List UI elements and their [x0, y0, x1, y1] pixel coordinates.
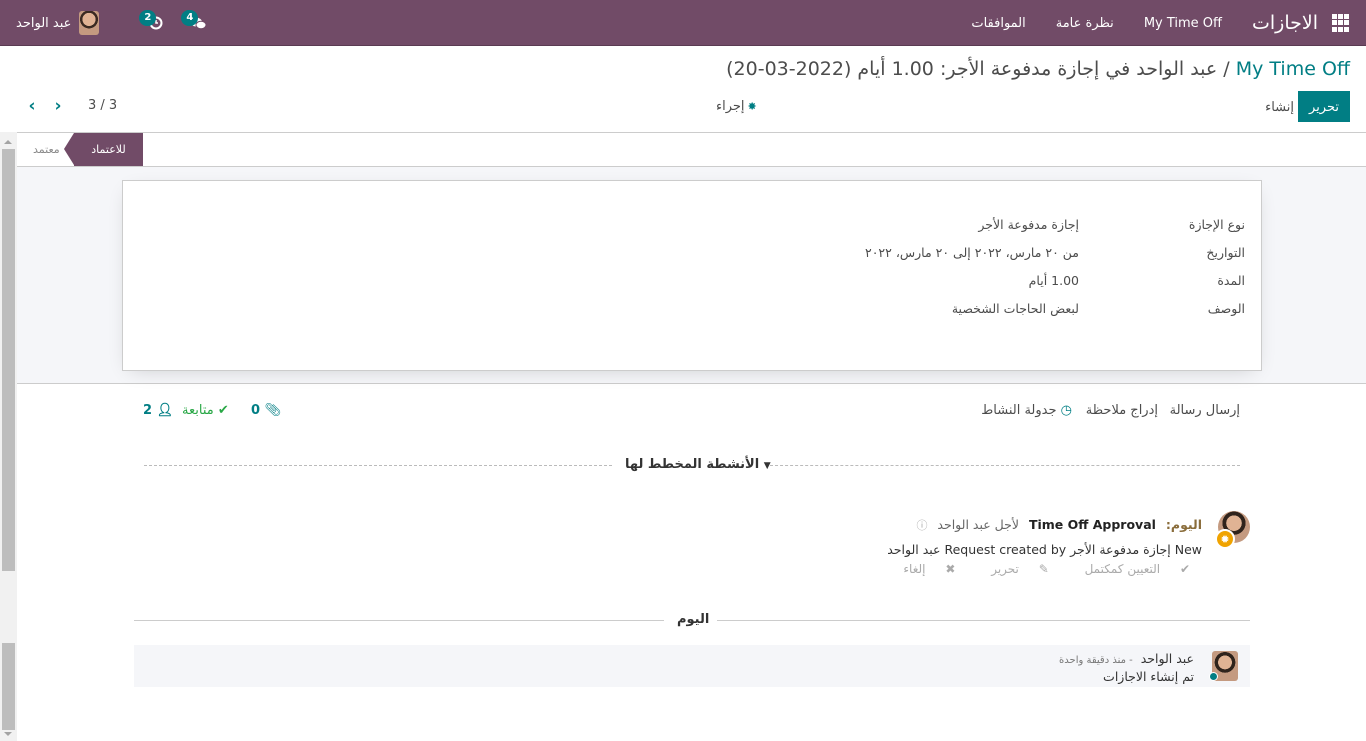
vertical-scrollbar[interactable] — [0, 132, 17, 741]
app-title[interactable]: الاجازات — [1252, 12, 1318, 34]
info-icon[interactable]: ⓘ — [916, 519, 927, 532]
top-navbar: الاجازات My Time Off نظرة عامة الموافقات… — [0, 0, 1366, 46]
cancel-activity-label: إلغاء — [903, 562, 926, 576]
menu-overview[interactable]: نظرة عامة — [1056, 16, 1114, 31]
breadcrumb-separator: / — [1217, 58, 1236, 80]
field-label: المدة — [1217, 273, 1245, 288]
field-label: نوع الإجازة — [1188, 217, 1245, 232]
field-label: الوصف — [1207, 301, 1245, 316]
scroll-up-arrow-icon[interactable] — [4, 140, 12, 144]
chatter-message: عبد الواحد - منذ دقيقة واحدة تم إنشاء ال… — [134, 645, 1250, 687]
field-value: لبعض الحاجات الشخصية — [951, 301, 1079, 316]
divider — [134, 620, 664, 621]
chevron-right-icon: › — [54, 96, 62, 116]
action-menu-button[interactable]: ✸ إجراء — [716, 99, 757, 114]
online-status-icon — [1209, 672, 1218, 681]
log-note-button[interactable]: إدراج ملاحظة — [1086, 403, 1158, 418]
gear-icon: ✸ — [747, 100, 757, 113]
message-date: - منذ دقيقة واحدة — [1059, 655, 1133, 666]
status-approved[interactable]: معتمد — [33, 133, 60, 166]
message-author[interactable]: عبد الواحد — [1141, 651, 1194, 666]
status-to-approve[interactable]: للاعتماد — [64, 133, 143, 166]
send-message-button[interactable]: إرسال رسالة — [1170, 403, 1240, 418]
user-name[interactable]: عبد الواحد — [16, 16, 71, 31]
menu-my-time-off[interactable]: My Time Off — [1144, 16, 1222, 31]
activity-title: Time Off Approval — [1028, 517, 1156, 532]
followers-button[interactable]: 2 👤︎ — [143, 403, 173, 418]
pager-value[interactable]: 3 / 3 — [88, 98, 117, 113]
message-header: عبد الواحد - منذ دقيقة واحدة — [1059, 651, 1194, 666]
clock-icon: ◷ — [1060, 403, 1072, 418]
divider — [770, 465, 1240, 466]
scrollbar-thumb[interactable] — [2, 149, 15, 571]
edit-button[interactable]: تحرير — [1298, 91, 1350, 122]
user-icon: 👤︎ — [156, 403, 174, 418]
field-value: من ٢٠ مارس، ٢٠٢٢ إلى ٢٠ مارس، ٢٠٢٢ — [865, 245, 1079, 260]
action-label: إجراء — [716, 99, 745, 114]
caret-down-icon: ▼ — [763, 461, 771, 471]
form-sheet: نوع الإجازة إجازة مدفوعة الأجر التواريخ … — [122, 180, 1262, 371]
mark-done-button[interactable]: ✔ التعيين كمكتمل — [1069, 562, 1190, 576]
edit-activity-label: تحرير — [991, 562, 1019, 576]
activity-type-gear-icon: ✹ — [1215, 529, 1235, 549]
scrollbar-track-segment[interactable] — [2, 643, 15, 730]
scroll-down-arrow-icon[interactable] — [4, 732, 12, 736]
field-label: التواريخ — [1206, 245, 1245, 260]
activity-summary: New إجازة مدفوعة الأجر Request created b… — [887, 542, 1202, 557]
today-separator: اليوم — [677, 612, 710, 627]
chevron-left-icon: ‹ — [28, 96, 36, 116]
pencil-icon: ✎ — [1038, 562, 1049, 576]
mark-done-label: التعيين كمكتمل — [1084, 562, 1161, 576]
user-avatar[interactable] — [79, 11, 100, 35]
chatter-topbar: إرسال رسالة إدراج ملاحظة ◷ جدولة النشاط … — [17, 403, 1366, 423]
activities-menu[interactable]: 2 — [139, 10, 167, 34]
check-icon: ✔ — [1179, 562, 1190, 576]
activity-header: اليوم: Time Off Approval لأجل عبد الواحد… — [916, 517, 1202, 533]
activity-actions: ✔ التعيين كمكتمل ✎ تحرير ✖ إلغاء — [871, 562, 1190, 576]
attachments-count: 0 — [251, 403, 261, 418]
menu-approvals[interactable]: الموافقات — [971, 16, 1025, 31]
apps-menu-icon[interactable] — [1332, 14, 1350, 32]
divider — [717, 620, 1250, 621]
breadcrumb-my-time-off[interactable]: My Time Off — [1236, 58, 1350, 80]
breadcrumb: My Time Off / عبد الواحد في إجازة مدفوعة… — [726, 58, 1350, 80]
pager-previous-button[interactable]: ‹ — [22, 96, 42, 116]
attachments-button[interactable]: 0 📎︎ — [251, 403, 281, 418]
close-icon: ✖ — [945, 562, 956, 576]
follow-label: متابعة — [182, 403, 214, 418]
follow-button[interactable]: ✔ متابعة — [182, 403, 229, 418]
form-view: معتمد للاعتماد نوع الإجازة إجازة مدفوعة … — [17, 132, 1366, 741]
planned-activities-toggle[interactable]: ▼ الأنشطة المخطط لها — [625, 457, 771, 472]
schedule-activity-button[interactable]: ◷ جدولة النشاط — [981, 403, 1072, 418]
paperclip-icon: 📎︎ — [264, 403, 282, 418]
cancel-activity-button[interactable]: ✖ إلغاء — [887, 562, 955, 576]
edit-activity-button[interactable]: ✎ تحرير — [975, 562, 1049, 576]
schedule-activity-label: جدولة النشاط — [981, 403, 1057, 418]
navbar-systray: عبد الواحد 2 4 — [16, 0, 209, 46]
check-icon: ✔ — [217, 403, 229, 418]
create-button[interactable]: إنشاء — [1255, 91, 1304, 122]
messages-menu[interactable]: 4 — [181, 10, 209, 34]
field-value: إجازة مدفوعة الأجر — [978, 217, 1079, 232]
activity-assignee: لأجل عبد الواحد — [937, 517, 1019, 532]
breadcrumb-current: عبد الواحد في إجازة مدفوعة الأجر: 1.00 أ… — [726, 58, 1218, 80]
navbar-main-menu: الاجازات My Time Off نظرة عامة الموافقات — [941, 0, 1350, 46]
status-bar: معتمد للاعتماد — [17, 133, 1366, 167]
divider — [144, 465, 612, 466]
followers-count: 2 — [143, 403, 153, 418]
planned-activities-title: الأنشطة المخطط لها — [625, 457, 760, 472]
activity-due: اليوم: — [1165, 517, 1202, 532]
pager-next-button[interactable]: › — [48, 96, 68, 116]
message-body: تم إنشاء الاجازات — [1103, 669, 1194, 684]
field-value: 1.00 أيام — [1028, 273, 1079, 288]
